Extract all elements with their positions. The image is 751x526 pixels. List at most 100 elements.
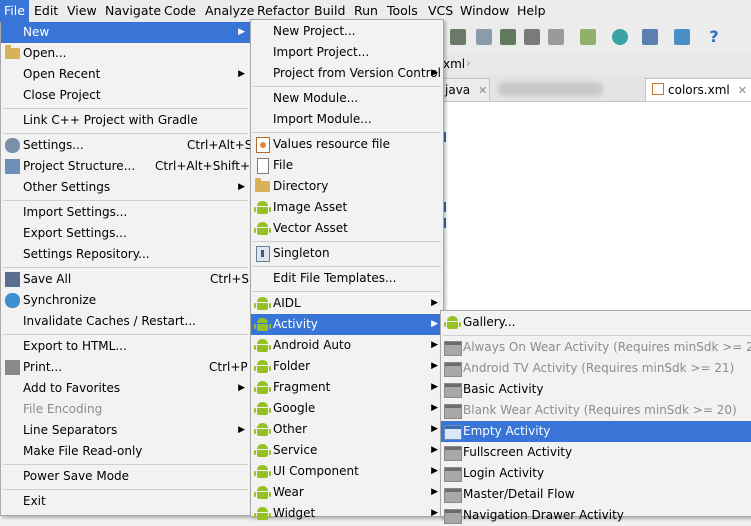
submenu-arrow-icon: ▶ xyxy=(431,298,438,308)
stop-icon[interactable] xyxy=(548,29,564,45)
project-structure-icon[interactable] xyxy=(642,29,658,45)
submenu-arrow-icon: ▶ xyxy=(431,424,438,434)
new-activity[interactable]: Activity ▶ xyxy=(251,314,443,335)
menu-navigate[interactable]: Navigate xyxy=(101,0,165,22)
new-directory[interactable]: Directory xyxy=(251,176,443,197)
main-toolbar: ? xyxy=(440,22,751,54)
file-menu-print[interactable]: Print... Ctrl+P xyxy=(1,357,250,378)
submenu-arrow-icon: ▶ xyxy=(431,361,438,371)
help-icon[interactable]: ? xyxy=(706,29,722,45)
resource-file-icon xyxy=(256,137,270,153)
new-google[interactable]: Google ▶ xyxy=(251,398,443,419)
new-service[interactable]: Service ▶ xyxy=(251,440,443,461)
file-menu-project-structure[interactable]: Project Structure... Ctrl+Alt+Shift+S xyxy=(1,156,258,177)
submenu-arrow-icon: ▶ xyxy=(238,69,245,79)
menu-view[interactable]: View xyxy=(63,0,101,22)
file-menu-exit[interactable]: Exit xyxy=(1,491,250,512)
close-icon[interactable]: ✕ xyxy=(738,84,747,97)
import-module[interactable]: Import Module... xyxy=(251,109,443,130)
image-asset[interactable]: Image Asset xyxy=(251,197,443,218)
menu-window[interactable]: Window xyxy=(456,0,513,22)
activity-navigation-drawer[interactable]: Navigation Drawer Activity xyxy=(441,505,751,526)
activity-login[interactable]: Login Activity xyxy=(441,463,751,484)
tab-colors-xml[interactable]: colors.xml ✕ xyxy=(645,78,751,101)
wrench-icon xyxy=(5,138,20,153)
file-menu-add-to-favorites[interactable]: Add to Favorites ▶ xyxy=(1,378,250,399)
new-fragment[interactable]: Fragment ▶ xyxy=(251,377,443,398)
profile-icon[interactable] xyxy=(500,29,516,45)
submenu-arrow-icon: ▶ xyxy=(238,27,245,37)
submenu-arrow-icon: ▶ xyxy=(431,340,438,350)
sdk-manager-icon[interactable] xyxy=(674,29,690,45)
sync-icon[interactable] xyxy=(612,29,628,45)
new-other[interactable]: Other ▶ xyxy=(251,419,443,440)
menu-separator xyxy=(3,108,248,109)
new-folder[interactable]: Folder ▶ xyxy=(251,356,443,377)
file-menu-settings[interactable]: Settings... Ctrl+Alt+S xyxy=(1,135,252,156)
close-icon[interactable]: ✕ xyxy=(478,84,487,97)
vector-asset[interactable]: Vector Asset xyxy=(251,218,443,239)
project-from-vcs[interactable]: Project from Version Control ▶ xyxy=(251,63,443,84)
avd-manager-icon[interactable] xyxy=(580,29,596,45)
rerun-icon[interactable] xyxy=(524,29,540,45)
activity-gallery[interactable]: Gallery... xyxy=(441,312,751,333)
activity-basic[interactable]: Basic Activity xyxy=(441,379,751,400)
new-aidl[interactable]: AIDL ▶ xyxy=(251,293,443,314)
new-wear[interactable]: Wear ▶ xyxy=(251,482,443,503)
coverage-icon[interactable] xyxy=(476,29,492,45)
new-android-auto[interactable]: Android Auto ▶ xyxy=(251,335,443,356)
file-menu-invalidate-caches[interactable]: Invalidate Caches / Restart... xyxy=(1,311,250,332)
edit-file-templates[interactable]: Edit File Templates... xyxy=(251,268,443,289)
file-menu-export-settings[interactable]: Export Settings... xyxy=(1,223,250,244)
breadcrumb[interactable]: xml xyxy=(443,57,465,71)
activity-fullscreen[interactable]: Fullscreen Activity xyxy=(441,442,751,463)
activity-always-on-wear: Always On Wear Activity (Requires minSdk… xyxy=(441,337,751,358)
file-menu-save-all[interactable]: Save All Ctrl+S xyxy=(1,269,250,290)
activity-master-detail[interactable]: Master/Detail Flow xyxy=(441,484,751,505)
menu-help[interactable]: Help xyxy=(513,0,550,22)
file-menu-open[interactable]: Open... xyxy=(1,43,250,64)
save-icon xyxy=(5,272,20,287)
values-resource-file[interactable]: Values resource file xyxy=(251,134,443,155)
android-icon xyxy=(254,318,271,331)
folder-icon xyxy=(255,178,270,192)
activity-template-icon xyxy=(444,467,462,482)
tab-label: java xyxy=(445,83,471,97)
menu-separator xyxy=(3,200,248,201)
new-file[interactable]: File xyxy=(251,155,443,176)
file-menu-file-encoding: File Encoding xyxy=(23,402,103,416)
android-icon xyxy=(254,486,271,499)
new-module[interactable]: New Module... xyxy=(251,88,443,109)
file-menu-import-settings[interactable]: Import Settings... xyxy=(1,202,250,223)
menu-code[interactable]: Code xyxy=(160,0,200,22)
debug-icon[interactable] xyxy=(450,29,466,45)
file-menu-line-separators[interactable]: Line Separators ▶ xyxy=(1,420,250,441)
menu-separator xyxy=(253,266,441,267)
menu-separator xyxy=(443,335,751,336)
java-class-icon xyxy=(256,246,270,262)
new-ui-component[interactable]: UI Component ▶ xyxy=(251,461,443,482)
new-project[interactable]: New Project... xyxy=(251,21,443,42)
file-menu-make-read-only[interactable]: Make File Read-only xyxy=(1,441,250,462)
activity-empty[interactable]: Empty Activity xyxy=(441,421,751,442)
file-menu-open-recent[interactable]: Open Recent ▶ xyxy=(1,64,250,85)
file-menu-export-html[interactable]: Export to HTML... xyxy=(1,336,250,357)
file-menu-new[interactable]: New ▶ xyxy=(1,22,250,43)
file-menu-close-project[interactable]: Close Project xyxy=(1,85,250,106)
submenu-arrow-icon: ▶ xyxy=(431,382,438,392)
file-menu-settings-repository[interactable]: Settings Repository... xyxy=(1,244,250,265)
new-widget[interactable]: Widget ▶ xyxy=(251,503,443,524)
android-icon xyxy=(254,297,271,310)
file-menu-power-save-mode[interactable]: Power Save Mode xyxy=(1,466,250,487)
activity-template-icon xyxy=(444,446,462,461)
import-project[interactable]: Import Project... xyxy=(251,42,443,63)
menu-file[interactable]: File xyxy=(0,0,29,22)
menu-edit[interactable]: Edit xyxy=(30,0,62,22)
menu-separator xyxy=(253,86,441,87)
breadcrumb-separator-icon: › xyxy=(466,56,471,70)
file-menu-synchronize[interactable]: Synchronize xyxy=(1,290,250,311)
file-menu-other-settings[interactable]: Other Settings ▶ xyxy=(1,177,250,198)
singleton[interactable]: Singleton xyxy=(251,243,443,264)
file-menu-link-cpp[interactable]: Link C++ Project with Gradle xyxy=(1,110,250,131)
tab-java-file[interactable]: java ✕ xyxy=(438,78,490,101)
